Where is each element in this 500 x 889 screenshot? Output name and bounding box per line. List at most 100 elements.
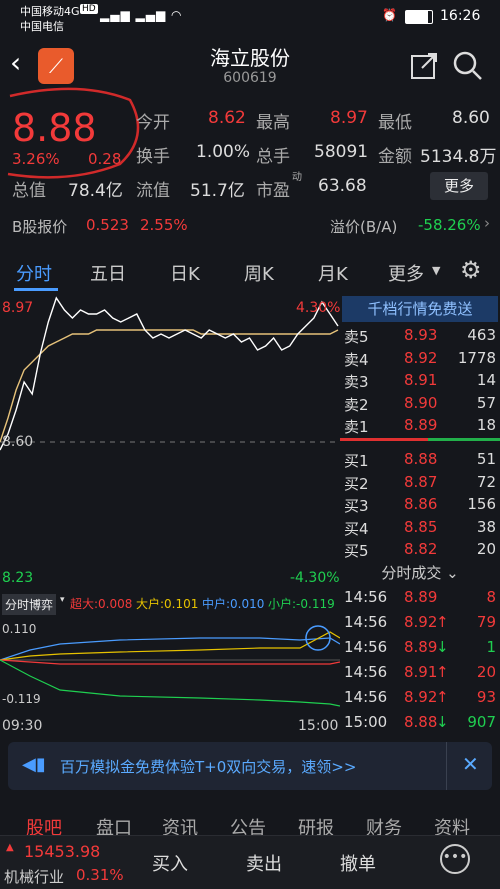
high-value: 8.97 [330, 108, 368, 128]
top-price: 8.97 [2, 300, 34, 316]
ask-label: 卖4 [344, 350, 369, 369]
big-flow: 大户:0.101 [136, 597, 199, 611]
carrier-1: 中国移动4G [20, 5, 80, 18]
bid-volume: 156 [467, 495, 496, 513]
ask-row: 卖4 8.92 1778 [340, 349, 500, 371]
bid-row: 买1 8.88 51 [340, 450, 500, 472]
trade-volume: 1 [486, 638, 496, 656]
bid-row: 买2 8.87 72 [340, 473, 500, 495]
tab-profile[interactable]: 资料 [434, 814, 470, 835]
mid-flow-line [0, 637, 340, 661]
bid-row: 买5 8.82 20 [340, 540, 500, 562]
more-options-icon[interactable]: ••• [440, 844, 470, 874]
b-share-price: 0.523 [86, 216, 129, 234]
active-tab-indicator [14, 288, 58, 291]
intraday-chart[interactable]: 8.97 4.30% 8.60 8.23 -4.30% [0, 294, 340, 590]
tab-news[interactable]: 资讯 [162, 814, 198, 835]
trade-time: 14:56 [344, 588, 388, 606]
tab-research[interactable]: 研报 [298, 814, 334, 835]
trade-time: 14:56 [344, 613, 388, 631]
pe-value: 63.68 [318, 176, 367, 196]
clock: 16:26 [440, 8, 481, 24]
turnover-value: 1.00% [196, 142, 251, 162]
ask-volume: 14 [476, 371, 496, 389]
tab-monthly-k[interactable]: 月K [318, 260, 348, 286]
ask-row: 卖1 8.89 18 [340, 416, 500, 438]
tab-finance[interactable]: 财务 [366, 814, 402, 835]
flow-chart [0, 625, 340, 707]
tab-daily-k[interactable]: 日K [170, 260, 200, 286]
premium-label: 溢价(B/A) [330, 218, 398, 236]
promo-banner[interactable]: ◀▮ 百万模拟金免费体验T+0双向交易，速领>> ✕ [8, 742, 492, 790]
trade-price: 8.92 [404, 688, 438, 706]
trade-row: 15:00 8.88 ↓ 907 [340, 713, 500, 735]
bid-price: 8.82 [404, 540, 438, 558]
trade-volume: 8 [486, 588, 496, 606]
mid-flow: 中户:0.010 [202, 597, 265, 611]
trade-volume: 79 [476, 613, 496, 631]
bid-row: 买3 8.86 156 [340, 495, 500, 517]
industry-pct: 0.31% [76, 866, 124, 884]
buy-button[interactable]: 买入 [152, 850, 188, 876]
tab-intraday[interactable]: 分时 [16, 260, 52, 286]
ask-label: 卖5 [344, 328, 369, 346]
close-icon[interactable]: ✕ [462, 752, 479, 776]
gear-icon[interactable]: ⚙ [460, 256, 482, 284]
amount-label: 金额 [378, 147, 412, 167]
float-value: 51.7亿 [190, 181, 245, 201]
trade-row: 14:56 8.89 ↓ 1 [340, 638, 500, 660]
ask-label: 卖1 [344, 418, 369, 436]
index-value[interactable]: 15453.98 [24, 842, 100, 861]
ask-price: 8.93 [404, 326, 438, 344]
game-selector[interactable]: 分时博弈 [2, 594, 57, 615]
game-panel: 分时博弈 ▾ 超大:0.008 大户:0.101 中户:0.010 小户:-0.… [0, 590, 340, 740]
bid-price: 8.86 [404, 495, 438, 513]
trades-label-text: 分时成交 [381, 564, 442, 582]
chevron-down-icon: ⌄ [446, 564, 459, 582]
tab-five-day[interactable]: 五日 [90, 260, 126, 286]
hd-badge: HD [80, 4, 98, 14]
cancel-order-button[interactable]: 撤单 [340, 850, 376, 876]
price-chart-svg [0, 296, 340, 451]
tab-announcements[interactable]: 公告 [230, 814, 266, 835]
free-quote-banner[interactable]: 千档行情免费送 [342, 296, 498, 322]
tab-weekly-k[interactable]: 周K [244, 260, 274, 286]
sell-button[interactable]: 卖出 [246, 850, 282, 876]
low-label: 最低 [378, 113, 412, 133]
tab-forum[interactable]: 股吧 [26, 814, 62, 835]
trade-time: 14:56 [344, 663, 388, 681]
trade-time: 14:56 [344, 638, 388, 656]
open-value: 8.62 [208, 108, 246, 128]
trades-label[interactable]: 分时成交 ⌄ [340, 562, 500, 583]
tab-more[interactable]: 更多 [388, 260, 424, 286]
industry-label[interactable]: 机械行业 [4, 866, 64, 887]
ask-volume: 463 [467, 326, 496, 344]
open-label: 今开 [136, 113, 170, 133]
share-icon[interactable] [410, 50, 440, 80]
ask-price: 8.91 [404, 371, 438, 389]
bid-volume: 51 [476, 450, 496, 468]
trade-direction: ↑ [436, 663, 449, 681]
banner-divider [446, 742, 447, 790]
trade-price: 8.88 [404, 713, 438, 731]
ask-volume: 57 [476, 393, 496, 412]
bid-label: 买1 [344, 452, 369, 470]
search-icon[interactable] [452, 50, 484, 82]
trade-price: 8.89 [404, 638, 438, 656]
ask-volume: 1778 [457, 348, 496, 367]
b-share-bar[interactable]: B股报价 0.523 2.55% 溢价(B/A) -58.26% › [0, 210, 500, 242]
ask-price: 8.92 [404, 348, 438, 367]
trade-volume: 20 [476, 663, 496, 681]
trade-volume: 93 [476, 688, 496, 706]
bid-volume: 20 [476, 540, 496, 558]
more-button[interactable]: 更多 [430, 172, 488, 200]
mktcap-value: 78.4亿 [68, 181, 123, 201]
order-book: 千档行情免费送 卖5 8.93 463 卖4 8.92 1778 卖3 8.91 14 卖2 8.9… [340, 294, 500, 734]
quote-panel: 8.88 3.26% 0.28 今开 8.62 最高 8.97 最低 8.60 … [0, 87, 500, 204]
tab-market-depth[interactable]: 盘口 [96, 814, 132, 835]
carrier-2: 中国电信 [20, 20, 64, 33]
premium-value: -58.26% [418, 216, 481, 234]
battery-icon [405, 10, 433, 24]
ask-row: 卖2 8.90 57 [340, 394, 500, 416]
ask-price: 8.89 [404, 416, 438, 434]
